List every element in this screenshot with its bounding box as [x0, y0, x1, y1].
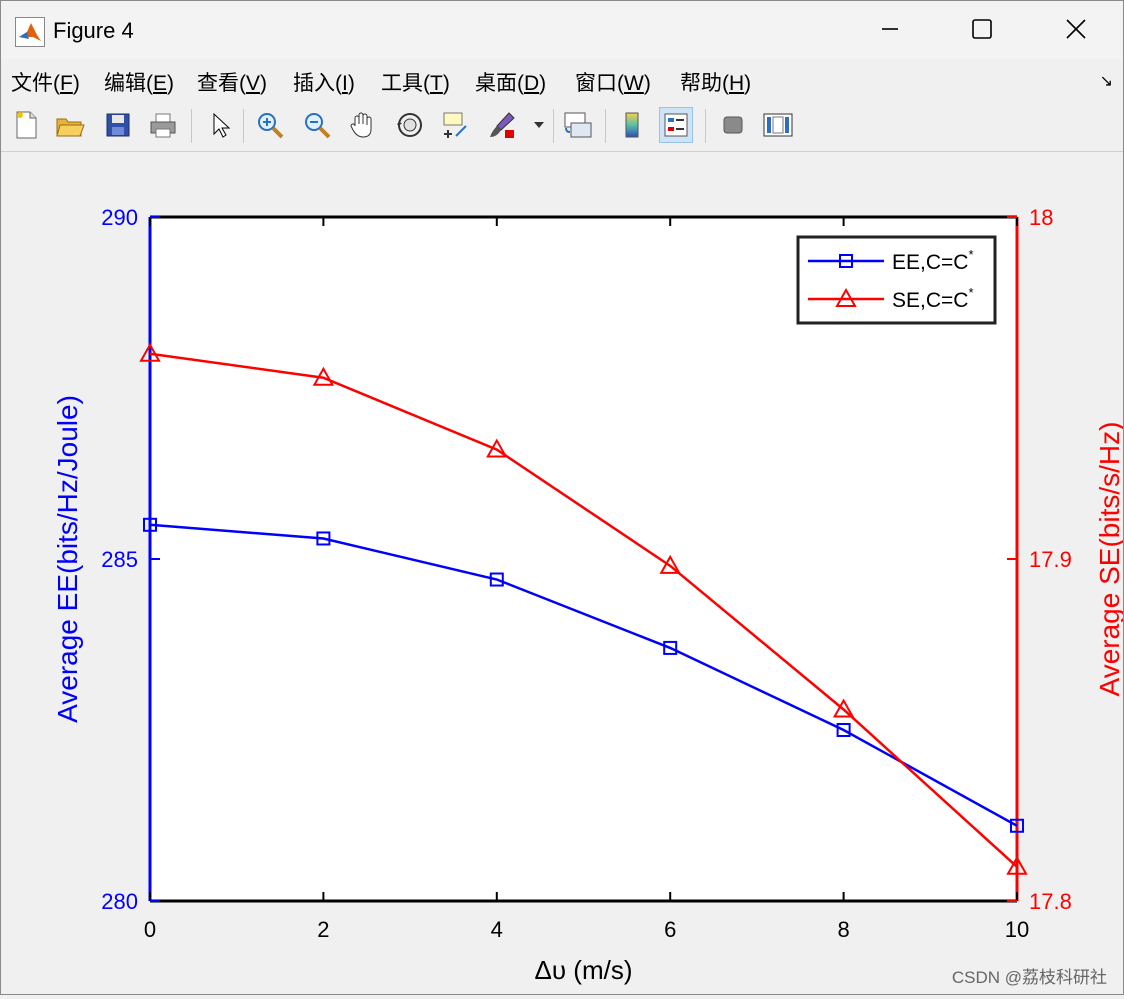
- data-cursor-icon: [443, 112, 467, 138]
- colorbar-button[interactable]: [615, 107, 649, 143]
- pointer-button[interactable]: [203, 107, 237, 143]
- x-tick-label: 4: [491, 917, 503, 942]
- close-icon: [1066, 19, 1086, 39]
- brush-button[interactable]: [485, 107, 519, 143]
- figure-canvas: 0 2 4 6 8 10 Δυ (m/s) 280 285 290 17.8 17.9 18 Averag…: [1, 153, 1124, 994]
- hide-plot-tools-icon: [723, 116, 743, 134]
- menu-tools[interactable]: 工具(T): [381, 67, 450, 97]
- open-file-button[interactable]: [53, 107, 87, 143]
- print-icon: [150, 113, 176, 138]
- hide-plot-tools-button[interactable]: [716, 107, 750, 143]
- brush-icon: [490, 112, 515, 138]
- rotate-3d-icon: [397, 113, 422, 137]
- zoom-out-button[interactable]: [300, 107, 334, 143]
- save-button[interactable]: [101, 107, 135, 143]
- right-y-axis-label: Average SE(bits/s/Hz): [1094, 422, 1123, 697]
- title-bar: Figure 4: [1, 1, 1123, 59]
- show-plot-tools-icon: [763, 113, 793, 137]
- left-y-tick-label: 280: [101, 889, 138, 914]
- minimize-icon: [882, 28, 898, 30]
- print-button[interactable]: [146, 107, 180, 143]
- x-tick-label: 8: [837, 917, 849, 942]
- chevron-down-icon: [534, 122, 544, 128]
- pan-hand-icon: [350, 112, 372, 138]
- matlab-logo-icon: [15, 17, 45, 47]
- dual-axis-line-chart: 0 2 4 6 8 10 Δυ (m/s) 280 285 290 17.8 17.9 18 Averag…: [52, 205, 1124, 985]
- zoom-out-icon: [305, 113, 331, 139]
- new-figure-button[interactable]: [9, 107, 43, 143]
- left-y-tick-label: 285: [101, 547, 138, 572]
- minimize-button[interactable]: [867, 9, 913, 49]
- show-plot-tools-button[interactable]: [761, 107, 795, 143]
- menu-desktop[interactable]: 桌面(D): [475, 67, 546, 97]
- x-axis-label: Δυ (m/s): [534, 955, 632, 985]
- menu-view[interactable]: 查看(V): [197, 67, 267, 97]
- close-button[interactable]: [1053, 9, 1099, 49]
- x-tick-label: 6: [664, 917, 676, 942]
- data-cursor-button[interactable]: [438, 107, 472, 143]
- left-y-axis-label: Average EE(bits/Hz/Joule): [52, 395, 83, 723]
- menu-insert[interactable]: 插入(I): [293, 67, 355, 97]
- legend: EE,C=C* SE,C=C*: [796, 235, 997, 325]
- legend-label: EE,C=C*: [892, 247, 974, 274]
- zoom-in-button[interactable]: [253, 107, 287, 143]
- window-title: Figure 4: [53, 18, 134, 43]
- pointer-icon: [213, 112, 231, 138]
- legend-label: SE,C=C*: [892, 285, 974, 312]
- menu-window[interactable]: 窗口(W): [575, 67, 651, 97]
- right-y-tick-label: 17.9: [1029, 547, 1072, 572]
- x-tick-label: 0: [144, 917, 156, 942]
- colorbar-icon: [625, 112, 639, 138]
- maximize-icon: [972, 19, 992, 39]
- legend-icon: [664, 113, 688, 137]
- link-plot-button[interactable]: [561, 107, 595, 143]
- open-file-icon: [56, 118, 85, 137]
- figure-window: Figure 4 文件(F) 编辑(E) 查看(V) 插入(I) 工具(T) 桌…: [0, 0, 1124, 995]
- new-figure-icon: [16, 111, 37, 139]
- link-plot-icon: [564, 112, 592, 138]
- rotate-3d-button[interactable]: [393, 107, 427, 143]
- watermark: CSDN @荔枝科研社: [951, 968, 1107, 987]
- maximize-button[interactable]: [959, 9, 1005, 49]
- menu-file[interactable]: 文件(F): [11, 67, 80, 97]
- brush-dropdown[interactable]: [529, 107, 549, 143]
- legend-button[interactable]: [659, 107, 693, 143]
- menu-edit[interactable]: 编辑(E): [104, 67, 174, 97]
- right-y-tick-label: 17.8: [1029, 889, 1072, 914]
- figure-toolbar: [1, 101, 1123, 152]
- x-tick-label: 10: [1005, 917, 1029, 942]
- menu-bar: 文件(F) 编辑(E) 查看(V) 插入(I) 工具(T) 桌面(D) 窗口(W…: [1, 61, 1123, 99]
- left-y-tick-label: 290: [101, 205, 138, 230]
- menu-help[interactable]: 帮助(H): [680, 67, 751, 97]
- save-icon: [106, 113, 130, 137]
- zoom-in-icon: [258, 113, 284, 139]
- dock-arrow-icon[interactable]: ↘: [1100, 71, 1113, 91]
- pan-button[interactable]: [346, 107, 380, 143]
- x-tick-label: 2: [317, 917, 329, 942]
- right-y-tick-label: 18: [1029, 205, 1053, 230]
